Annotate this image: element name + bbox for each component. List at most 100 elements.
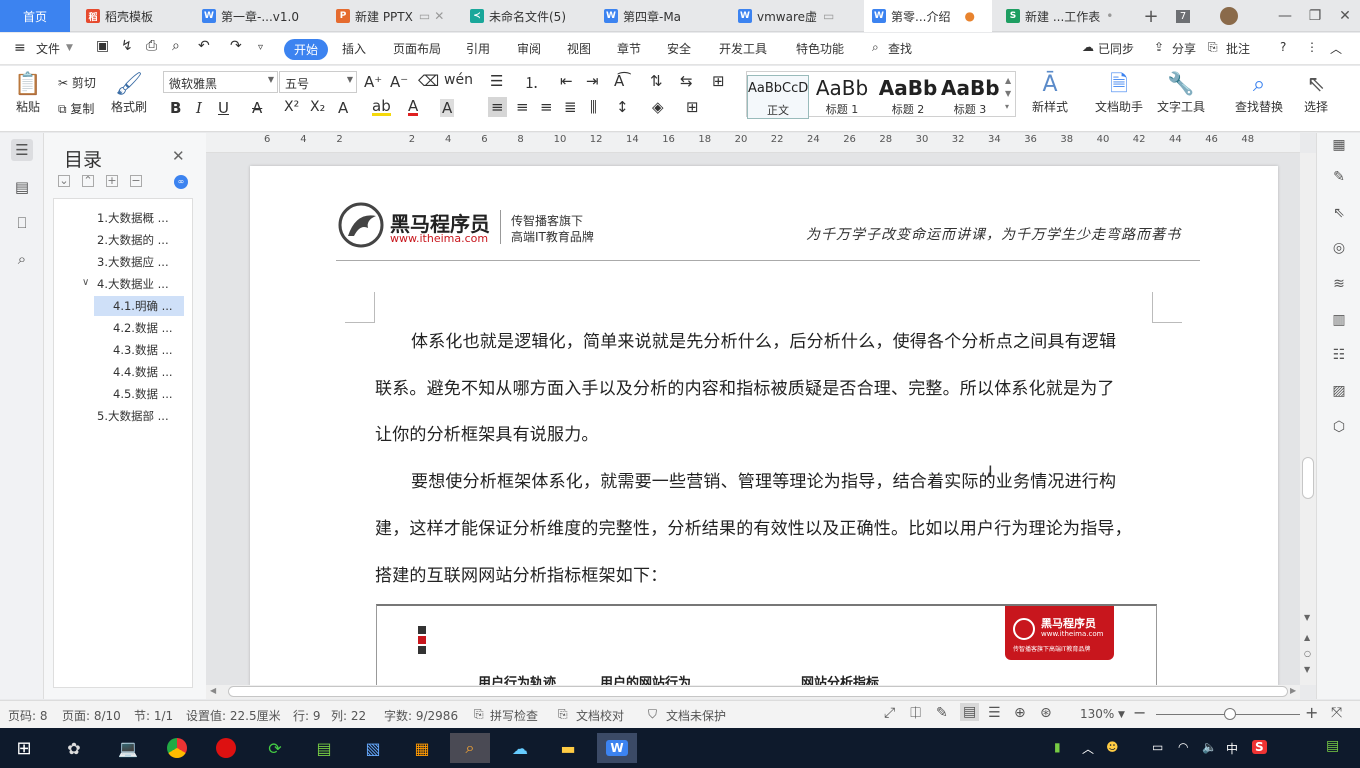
new-style-button[interactable]: Ā 新样式: [1026, 72, 1074, 115]
eye-protect-icon[interactable]: ⊛: [1040, 705, 1052, 721]
stack-icon[interactable]: ≋: [1329, 274, 1349, 294]
fullscreen-icon[interactable]: ⤢: [884, 705, 895, 721]
collapse-ribbon-icon[interactable]: ︿: [1330, 40, 1342, 57]
find-replace-button[interactable]: ⌕ 查找替换: [1228, 72, 1290, 115]
table-icon[interactable]: ⊞: [712, 72, 725, 90]
toc-item[interactable]: 1.大数据概 ...: [97, 208, 169, 228]
highlight-icon[interactable]: ab: [372, 99, 391, 116]
menu-tab-chapter[interactable]: 章节: [617, 40, 641, 57]
text-tools-button[interactable]: 🔧 文字工具: [1150, 72, 1212, 115]
sogou-icon[interactable]: S: [1252, 740, 1267, 754]
settings-sliders-icon[interactable]: ☷: [1329, 345, 1349, 365]
paste-button[interactable]: 📋 粘贴: [10, 72, 46, 115]
show-marks-icon[interactable]: ⇆: [680, 72, 693, 90]
help-icon[interactable]: ?: [1280, 40, 1286, 54]
scroll-down-icon[interactable]: ▼: [1304, 613, 1310, 622]
borders-icon[interactable]: ⊞: [686, 98, 699, 116]
select-browse-icon[interactable]: ○: [1304, 649, 1311, 658]
bookmark-icon[interactable]: ⎕: [11, 212, 33, 234]
vertical-scrollbar[interactable]: ▼ ▲ ○ ▼: [1300, 153, 1316, 685]
shield-icon[interactable]: ⬡: [1329, 417, 1349, 437]
next-page-icon[interactable]: ▼: [1304, 665, 1310, 674]
menu-tab-review[interactable]: 审阅: [517, 40, 541, 57]
tab-home[interactable]: 首页: [0, 0, 70, 32]
bold-icon[interactable]: B: [170, 99, 181, 117]
status-page-code[interactable]: 页码: 8: [8, 707, 48, 724]
new-tab-plus-icon[interactable]: +: [1136, 0, 1166, 32]
paragraph-line[interactable]: 搭建的互联网网站分析指标框架如下：: [375, 561, 667, 586]
folder-icon[interactable]: ▬: [548, 733, 588, 763]
notification-icon[interactable]: ▤: [1326, 738, 1339, 754]
zoom-out-icon[interactable]: −: [1133, 703, 1146, 722]
font-family-select[interactable]: 微软雅黑 ▼: [163, 71, 278, 93]
save-icon[interactable]: ▣: [96, 38, 109, 54]
image-icon[interactable]: ▨: [1329, 381, 1349, 401]
windows-start-icon[interactable]: ⊞: [4, 733, 44, 763]
collapse-all-icon[interactable]: ⌃: [82, 175, 94, 187]
minimize-icon[interactable]: —: [1270, 0, 1300, 32]
shading-icon[interactable]: ◈: [652, 98, 664, 116]
menu-tab-view[interactable]: 视图: [567, 40, 591, 57]
underline-icon[interactable]: U: [218, 99, 229, 117]
editor-icon[interactable]: ▤: [304, 733, 344, 763]
style-heading-3[interactable]: AaBb 标题 3: [941, 75, 999, 117]
qq-icon[interactable]: ☻: [1106, 740, 1119, 754]
toc-item-selected[interactable]: 4.1.明确 ...: [94, 296, 184, 316]
menu-tab-security[interactable]: 安全: [667, 40, 691, 57]
expand-all-icon[interactable]: ⌄: [58, 175, 70, 187]
menu-tab-home[interactable]: 开始: [284, 39, 329, 60]
proofread-button[interactable]: 文档校对: [576, 707, 624, 724]
figure-image[interactable]: 黑马程序员 www.itheima.com 传智播客旗下高端IT教育品牌 用户行…: [376, 604, 1157, 694]
app-icon[interactable]: ✿: [54, 733, 94, 763]
hamburger-icon[interactable]: ≡: [14, 40, 26, 56]
spellcheck-button[interactable]: 拼写检查: [490, 707, 538, 724]
menu-tab-layout[interactable]: 页面布局: [393, 40, 441, 57]
grow-font-icon[interactable]: A⁺: [364, 73, 382, 91]
restore-icon[interactable]: ❐: [1300, 0, 1330, 32]
more-icon[interactable]: ⋮: [1306, 40, 1318, 54]
cursor-icon[interactable]: ⇖: [1329, 203, 1349, 223]
wps-writer-icon[interactable]: W: [597, 733, 637, 763]
sort-icon[interactable]: ⇅: [650, 72, 663, 90]
font-size-select[interactable]: 五号 ▼: [279, 71, 357, 93]
status-words[interactable]: 字数: 9/2986: [384, 707, 458, 724]
paragraph-line[interactable]: 建，这样才能保证分析维度的完整性，分析结果的有效性以及正确性。比如以用户行为理论…: [375, 514, 1132, 539]
search-app-icon[interactable]: ⌕: [450, 733, 490, 763]
scroll-left-icon[interactable]: ◀: [210, 686, 216, 695]
scroll-right-icon[interactable]: ▶: [1290, 686, 1296, 695]
protect-status[interactable]: 文档未保护: [666, 707, 726, 724]
cut-button[interactable]: ✂ 剪切: [58, 74, 96, 91]
calendar-icon[interactable]: ▦: [402, 733, 442, 763]
media-icon[interactable]: [206, 733, 246, 763]
tab-count-button[interactable]: 7: [1168, 0, 1198, 32]
style-scroll-icon[interactable]: ▲ ▼ ▾: [1005, 74, 1011, 113]
numbering-icon[interactable]: ⒈: [524, 72, 539, 93]
style-heading-2[interactable]: AaBb 标题 2: [877, 75, 939, 117]
align-center-icon[interactable]: ≡: [516, 98, 529, 116]
status-row[interactable]: 行: 9: [293, 707, 321, 724]
document-page[interactable]: 黑马程序员 www.itheima.com 传智播客旗下 高端IT教育品牌 为千…: [250, 166, 1278, 694]
menu-tab-features[interactable]: 特色功能: [796, 40, 844, 57]
paragraph-line[interactable]: 让你的分析框架具有说服力。: [375, 420, 599, 445]
menu-tab-insert[interactable]: 插入: [342, 40, 366, 57]
chevron-down-icon[interactable]: ▼: [1118, 710, 1125, 720]
pen-icon[interactable]: ✎: [1329, 167, 1349, 187]
superscript-icon[interactable]: X²: [284, 99, 299, 115]
font-color-icon[interactable]: A: [408, 99, 419, 116]
preview-icon[interactable]: ⌕: [172, 38, 180, 54]
comment-button[interactable]: 批注: [1226, 40, 1250, 57]
select-button[interactable]: ⇖ 选择: [1296, 72, 1336, 115]
wifi-icon[interactable]: ◠: [1178, 740, 1188, 754]
print-icon[interactable]: ⎙: [146, 38, 157, 54]
style-heading-1[interactable]: AaBb 标题 1: [811, 75, 873, 117]
increase-indent-icon[interactable]: ⇥: [586, 72, 599, 90]
ime-indicator[interactable]: 中: [1226, 740, 1238, 757]
panel-toggle-icon[interactable]: ▦: [1329, 135, 1349, 155]
shapes-icon[interactable]: ◎: [1329, 238, 1349, 258]
toc-panel-icon[interactable]: ☰: [11, 139, 33, 161]
web-view-icon[interactable]: ⊕: [1014, 705, 1026, 721]
toc-item[interactable]: 4.2.数据 ...: [113, 318, 173, 338]
change-case-icon[interactable]: A͡: [614, 72, 624, 90]
export-icon[interactable]: ↯: [121, 38, 133, 54]
distribute-icon[interactable]: ⫼: [590, 98, 597, 116]
